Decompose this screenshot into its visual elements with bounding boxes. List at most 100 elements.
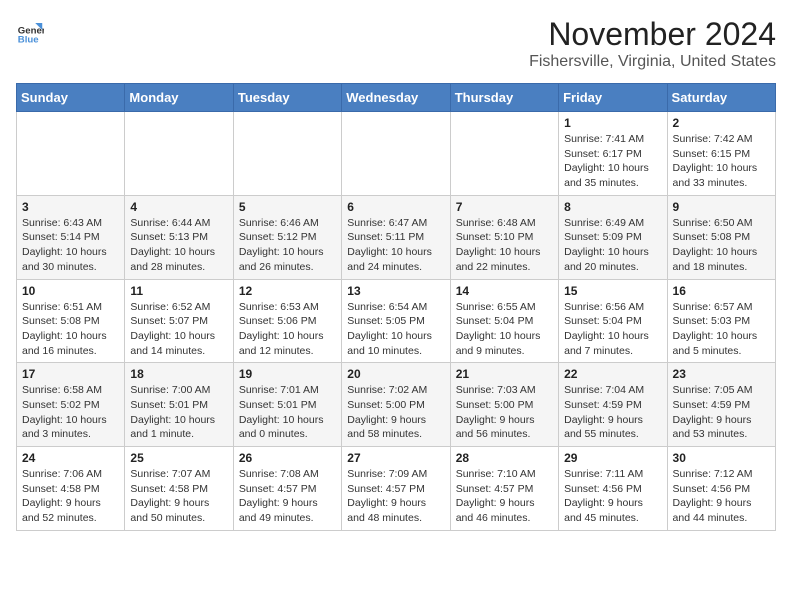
- page-header: General Blue November 2024 Fishersville,…: [16, 16, 776, 71]
- calendar-cell: 29Sunrise: 7:11 AM Sunset: 4:56 PM Dayli…: [559, 447, 667, 531]
- calendar-cell: [233, 112, 341, 196]
- day-info: Sunrise: 6:51 AM Sunset: 5:08 PM Dayligh…: [22, 300, 119, 359]
- day-number: 21: [456, 367, 553, 381]
- day-header-wednesday: Wednesday: [342, 84, 450, 112]
- day-info: Sunrise: 7:04 AM Sunset: 4:59 PM Dayligh…: [564, 383, 661, 442]
- calendar-cell: 6 Sunrise: 6:47 AM Sunset: 5:11 PM Daylig…: [342, 195, 450, 279]
- day-number: 20: [347, 367, 444, 381]
- day-number: 13: [347, 284, 444, 298]
- calendar-cell: [342, 112, 450, 196]
- day-number: 17: [22, 367, 119, 381]
- calendar-table: SundayMondayTuesdayWednesdayThursdayFrid…: [16, 83, 776, 531]
- calendar-cell: 30 Sunrise: 7:12 AM Sunset: 4:56 PM Dayli…: [667, 447, 775, 531]
- calendar-cell: 27 Sunrise: 7:09 AM Sunset: 4:57 PM Dayli…: [342, 447, 450, 531]
- day-info: Sunrise: 7:42 AM Sunset: 6:15 PM Dayligh…: [673, 132, 770, 191]
- day-number: 12: [239, 284, 336, 298]
- calendar-cell: 3 Sunrise: 6:43 AM Sunset: 5:14 PM Daylig…: [17, 195, 125, 279]
- calendar-cell: 11 Sunrise: 6:52 AM Sunset: 5:07 PM Dayli…: [125, 279, 233, 363]
- calendar-cell: 2 Sunrise: 7:42 AM Sunset: 6:15 PM Daylig…: [667, 112, 775, 196]
- day-number: 11: [130, 284, 227, 298]
- day-info: Sunrise: 6:55 AM Sunset: 5:04 PM Dayligh…: [456, 300, 553, 359]
- day-header-thursday: Thursday: [450, 84, 558, 112]
- calendar-cell: 17 Sunrise: 6:58 AM Sunset: 5:02 PM Dayli…: [17, 363, 125, 447]
- day-info: Sunrise: 7:02 AM Sunset: 5:00 PM Dayligh…: [347, 383, 444, 442]
- day-info: Sunrise: 6:50 AM Sunset: 5:08 PM Dayligh…: [673, 216, 770, 275]
- day-info: Sunrise: 7:11 AM Sunset: 4:56 PM Dayligh…: [564, 467, 661, 526]
- calendar-cell: 21 Sunrise: 7:03 AM Sunset: 5:00 PM Dayli…: [450, 363, 558, 447]
- day-number: 6: [347, 200, 444, 214]
- day-info: Sunrise: 7:03 AM Sunset: 5:00 PM Dayligh…: [456, 383, 553, 442]
- calendar-week-1: 1Sunrise: 7:41 AM Sunset: 6:17 PM Daylig…: [17, 112, 776, 196]
- day-header-monday: Monday: [125, 84, 233, 112]
- day-info: Sunrise: 6:56 AM Sunset: 5:04 PM Dayligh…: [564, 300, 661, 359]
- calendar-cell: 8Sunrise: 6:49 AM Sunset: 5:09 PM Daylig…: [559, 195, 667, 279]
- day-info: Sunrise: 6:47 AM Sunset: 5:11 PM Dayligh…: [347, 216, 444, 275]
- day-number: 14: [456, 284, 553, 298]
- day-info: Sunrise: 7:12 AM Sunset: 4:56 PM Dayligh…: [673, 467, 770, 526]
- day-header-tuesday: Tuesday: [233, 84, 341, 112]
- calendar-cell: 20 Sunrise: 7:02 AM Sunset: 5:00 PM Dayli…: [342, 363, 450, 447]
- day-info: Sunrise: 6:57 AM Sunset: 5:03 PM Dayligh…: [673, 300, 770, 359]
- day-number: 22: [564, 367, 661, 381]
- calendar-cell: 25Sunrise: 7:07 AM Sunset: 4:58 PM Dayli…: [125, 447, 233, 531]
- day-number: 9: [673, 200, 770, 214]
- day-info: Sunrise: 6:52 AM Sunset: 5:07 PM Dayligh…: [130, 300, 227, 359]
- day-info: Sunrise: 6:58 AM Sunset: 5:02 PM Dayligh…: [22, 383, 119, 442]
- calendar-cell: 28 Sunrise: 7:10 AM Sunset: 4:57 PM Dayli…: [450, 447, 558, 531]
- title-block: November 2024 Fishersville, Virginia, Un…: [529, 16, 776, 71]
- calendar-week-5: 24Sunrise: 7:06 AM Sunset: 4:58 PM Dayli…: [17, 447, 776, 531]
- day-info: Sunrise: 7:05 AM Sunset: 4:59 PM Dayligh…: [673, 383, 770, 442]
- day-number: 10: [22, 284, 119, 298]
- calendar-cell: [450, 112, 558, 196]
- calendar-cell: 5Sunrise: 6:46 AM Sunset: 5:12 PM Daylig…: [233, 195, 341, 279]
- calendar-cell: 12Sunrise: 6:53 AM Sunset: 5:06 PM Dayli…: [233, 279, 341, 363]
- calendar-cell: 24Sunrise: 7:06 AM Sunset: 4:58 PM Dayli…: [17, 447, 125, 531]
- day-info: Sunrise: 6:54 AM Sunset: 5:05 PM Dayligh…: [347, 300, 444, 359]
- day-number: 23: [673, 367, 770, 381]
- logo: General Blue: [16, 16, 44, 44]
- calendar-cell: 26Sunrise: 7:08 AM Sunset: 4:57 PM Dayli…: [233, 447, 341, 531]
- day-number: 18: [130, 367, 227, 381]
- calendar-header-row: SundayMondayTuesdayWednesdayThursdayFrid…: [17, 84, 776, 112]
- calendar-cell: 13 Sunrise: 6:54 AM Sunset: 5:05 PM Dayli…: [342, 279, 450, 363]
- calendar-cell: 9 Sunrise: 6:50 AM Sunset: 5:08 PM Daylig…: [667, 195, 775, 279]
- day-info: Sunrise: 6:49 AM Sunset: 5:09 PM Dayligh…: [564, 216, 661, 275]
- day-header-friday: Friday: [559, 84, 667, 112]
- day-info: Sunrise: 7:09 AM Sunset: 4:57 PM Dayligh…: [347, 467, 444, 526]
- day-number: 28: [456, 451, 553, 465]
- day-info: Sunrise: 6:43 AM Sunset: 5:14 PM Dayligh…: [22, 216, 119, 275]
- day-info: Sunrise: 6:46 AM Sunset: 5:12 PM Dayligh…: [239, 216, 336, 275]
- day-number: 25: [130, 451, 227, 465]
- day-number: 30: [673, 451, 770, 465]
- day-number: 26: [239, 451, 336, 465]
- day-number: 27: [347, 451, 444, 465]
- day-header-sunday: Sunday: [17, 84, 125, 112]
- day-number: 24: [22, 451, 119, 465]
- day-info: Sunrise: 7:00 AM Sunset: 5:01 PM Dayligh…: [130, 383, 227, 442]
- svg-text:Blue: Blue: [18, 34, 39, 44]
- day-number: 4: [130, 200, 227, 214]
- calendar-cell: 15 Sunrise: 6:56 AM Sunset: 5:04 PM Dayli…: [559, 279, 667, 363]
- day-number: 15: [564, 284, 661, 298]
- calendar-cell: 19 Sunrise: 7:01 AM Sunset: 5:01 PM Dayli…: [233, 363, 341, 447]
- day-number: 7: [456, 200, 553, 214]
- day-number: 2: [673, 116, 770, 130]
- day-number: 3: [22, 200, 119, 214]
- calendar-cell: 1Sunrise: 7:41 AM Sunset: 6:17 PM Daylig…: [559, 112, 667, 196]
- calendar-cell: 10 Sunrise: 6:51 AM Sunset: 5:08 PM Dayli…: [17, 279, 125, 363]
- calendar-cell: [17, 112, 125, 196]
- page-subtitle: Fishersville, Virginia, United States: [529, 53, 776, 71]
- day-info: Sunrise: 7:10 AM Sunset: 4:57 PM Dayligh…: [456, 467, 553, 526]
- page-title: November 2024: [529, 16, 776, 53]
- calendar-week-4: 17 Sunrise: 6:58 AM Sunset: 5:02 PM Dayli…: [17, 363, 776, 447]
- calendar-cell: 16 Sunrise: 6:57 AM Sunset: 5:03 PM Dayli…: [667, 279, 775, 363]
- day-number: 16: [673, 284, 770, 298]
- calendar-week-2: 3 Sunrise: 6:43 AM Sunset: 5:14 PM Daylig…: [17, 195, 776, 279]
- day-info: Sunrise: 6:48 AM Sunset: 5:10 PM Dayligh…: [456, 216, 553, 275]
- day-info: Sunrise: 7:01 AM Sunset: 5:01 PM Dayligh…: [239, 383, 336, 442]
- calendar-cell: 22 Sunrise: 7:04 AM Sunset: 4:59 PM Dayli…: [559, 363, 667, 447]
- calendar-week-3: 10 Sunrise: 6:51 AM Sunset: 5:08 PM Dayli…: [17, 279, 776, 363]
- day-number: 19: [239, 367, 336, 381]
- logo-icon: General Blue: [16, 16, 44, 44]
- day-info: Sunrise: 6:44 AM Sunset: 5:13 PM Dayligh…: [130, 216, 227, 275]
